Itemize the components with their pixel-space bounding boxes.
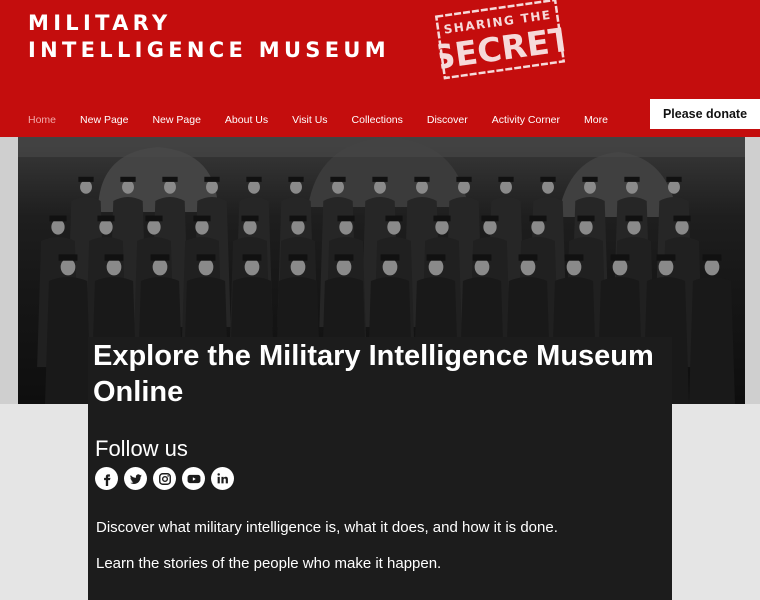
youtube-icon[interactable]: [182, 467, 205, 490]
site-title-line2: INTELLIGENCE MUSEUM: [28, 38, 390, 62]
nav-item-about-us[interactable]: About Us: [213, 110, 280, 130]
instagram-icon[interactable]: [153, 467, 176, 490]
nav-item-new-page[interactable]: New Page: [140, 110, 212, 130]
nav-item-home[interactable]: Home: [16, 110, 68, 130]
nav-item-new-page[interactable]: New Page: [68, 110, 140, 130]
donate-button[interactable]: Please donate: [650, 99, 760, 129]
hero-title: Explore the Military Intelligence Museum…: [93, 340, 654, 408]
twitter-icon[interactable]: [124, 467, 147, 490]
nav-item-more[interactable]: More: [572, 110, 620, 130]
follow-us-heading: Follow us: [95, 436, 188, 461]
nav-item-visit-us[interactable]: Visit Us: [280, 110, 339, 130]
intro-paragraph-2: Learn the stories of the people who make…: [96, 555, 442, 572]
site-title[interactable]: MILITARY INTELLIGENCE MUSEUM: [28, 10, 390, 64]
site-header: MILITARY INTELLIGENCE MUSEUM SHARING THE…: [0, 0, 760, 137]
intro-paragraph-1: Discover what military intelligence is, …: [96, 519, 558, 536]
nav-item-activity-corner[interactable]: Activity Corner: [480, 110, 572, 130]
nav-item-discover[interactable]: Discover: [415, 110, 480, 130]
facebook-icon[interactable]: [95, 467, 118, 490]
nav-item-collections[interactable]: Collections: [340, 110, 415, 130]
linkedin-icon[interactable]: [211, 467, 234, 490]
main-nav: Home New Page New Page About Us Visit Us Coll…: [16, 110, 620, 130]
site-title-line1: MILITARY: [28, 11, 172, 35]
social-links: [95, 467, 234, 490]
sharing-the-secret-stamp: SHARING THE SECRET: [434, 0, 566, 80]
